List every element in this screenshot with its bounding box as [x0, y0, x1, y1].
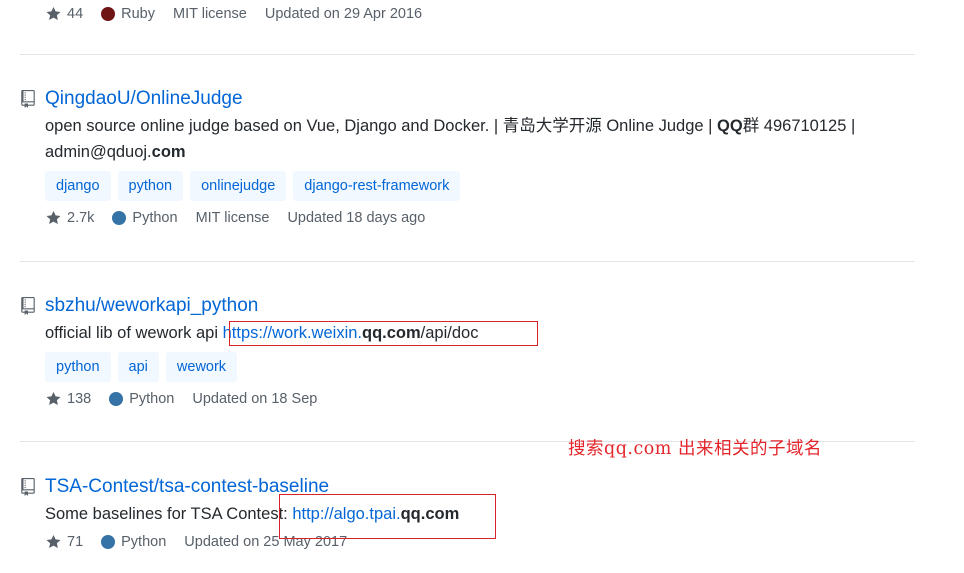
divider — [20, 54, 915, 55]
topic-tag[interactable]: python — [45, 352, 111, 382]
repo-meta: 44 Ruby MIT license Updated on 29 Apr 20… — [45, 1, 915, 27]
repo-name-link[interactable]: sbzhu/weworkapi_python — [45, 295, 258, 317]
topic-tag[interactable]: wework — [165, 352, 238, 382]
topic-tag[interactable]: onlinejudge — [190, 171, 287, 201]
language: Python — [109, 391, 174, 407]
star-icon — [46, 535, 61, 548]
stars-link[interactable]: 138 — [45, 391, 91, 407]
stars-count: 2.7k — [67, 210, 95, 226]
stars-count: 71 — [67, 534, 84, 550]
language-color-dot — [101, 535, 116, 549]
language: Python — [101, 534, 166, 550]
stars-link[interactable]: 2.7k — [45, 210, 94, 226]
description-text: admin@qduoj. — [45, 143, 152, 161]
repo-icon — [21, 90, 35, 108]
description-text: Some baselines for TSA Contest: — [45, 505, 293, 523]
annotation-highlight-box — [229, 321, 538, 346]
stars-count: 138 — [67, 391, 92, 407]
language-color-dot — [112, 211, 127, 225]
topic-list: python api wework — [45, 352, 915, 382]
description-text: official lib of wework api — [45, 324, 223, 342]
stars-count: 44 — [67, 6, 84, 22]
star-icon — [46, 392, 61, 405]
language-color-dot — [109, 392, 124, 406]
divider — [20, 261, 915, 262]
repo-item: QingdaoU/OnlineJudge open source online … — [20, 85, 915, 231]
search-results-page: 44 Ruby MIT license Updated on 29 Apr 20… — [0, 0, 964, 573]
description-highlight: com — [151, 143, 186, 161]
description-text: 群 496710125 | — [742, 117, 856, 135]
language-name: Ruby — [121, 6, 155, 22]
language-color-dot — [101, 7, 116, 21]
description-highlight: QQ — [717, 117, 743, 135]
repo-meta: 138 Python Updated on 18 Sep — [45, 386, 915, 412]
license: MIT license — [195, 210, 270, 226]
topic-tag[interactable]: api — [117, 352, 159, 382]
topic-tag[interactable]: python — [117, 171, 184, 201]
repo-description: open source online judge based on Vue, D… — [45, 113, 915, 165]
repo-name-link[interactable]: QingdaoU/OnlineJudge — [45, 88, 243, 110]
repo-item: 44 Ruby MIT license Updated on 29 Apr 20… — [20, 1, 915, 27]
updated-date: Updated on 18 Sep — [192, 391, 318, 407]
updated-date: Updated on 29 Apr 2016 — [264, 6, 423, 22]
repo-item: sbzhu/weworkapi_python official lib of w… — [20, 292, 915, 412]
stars-link[interactable]: 71 — [45, 534, 83, 550]
repo-icon — [21, 297, 35, 315]
license: MIT license — [173, 6, 247, 22]
description-text: open source online judge based on Vue, D… — [45, 117, 718, 135]
topic-list: django python onlinejudge django-rest-fr… — [45, 171, 915, 201]
language-name: Python — [129, 391, 175, 407]
language-name: Python — [132, 210, 178, 226]
repo-title-row: sbzhu/weworkapi_python — [20, 292, 915, 320]
topic-tag[interactable]: django-rest-framework — [293, 171, 461, 201]
repo-meta: 2.7k Python MIT license Updated 18 days … — [45, 205, 915, 231]
topic-tag[interactable]: django — [45, 171, 111, 201]
updated-date: Updated 18 days ago — [287, 210, 426, 226]
language-name: Python — [121, 534, 167, 550]
star-icon — [46, 7, 61, 20]
annotation-note: 搜索qq.com 出来相关的子域名 — [568, 439, 822, 459]
repo-title-row: QingdaoU/OnlineJudge — [20, 85, 915, 113]
stars-link[interactable]: 44 — [45, 6, 83, 22]
language: Python — [112, 210, 178, 226]
repo-icon — [21, 478, 35, 496]
language: Ruby — [101, 6, 155, 22]
star-icon — [46, 211, 61, 224]
annotation-highlight-box — [279, 494, 496, 539]
